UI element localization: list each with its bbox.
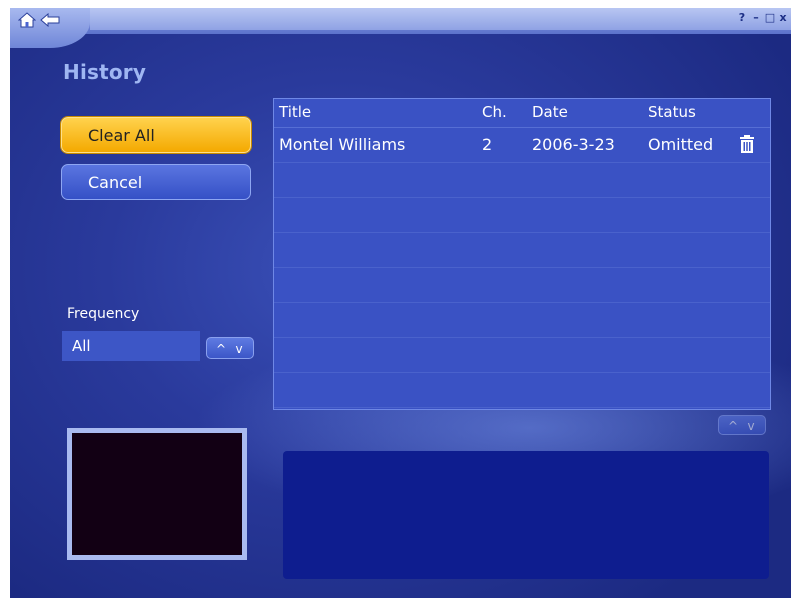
list-item-empty [274,163,770,198]
column-header-channel[interactable]: Ch. [482,103,507,121]
video-preview [67,428,247,560]
column-header-date[interactable]: Date [532,103,568,121]
list-item-empty [274,268,770,303]
maximize-icon[interactable]: □ [764,12,776,24]
trash-icon[interactable] [737,134,757,154]
list-item-empty [274,303,770,338]
frequency-spinner: ^ v [206,337,254,359]
item-channel: 2 [482,135,493,154]
item-date: 2006-3-23 [532,135,615,154]
column-header-status[interactable]: Status [648,103,696,121]
clear-all-button[interactable]: Clear All [61,117,251,153]
title-bar-strip [90,8,791,30]
back-icon[interactable] [40,13,60,27]
frequency-value[interactable]: All [62,331,200,361]
frequency-label: Frequency [67,306,140,322]
close-icon[interactable]: x [777,12,789,24]
page-title: History [63,60,147,84]
chevron-up-icon[interactable]: ^ [212,338,230,360]
help-icon[interactable]: ? [736,12,748,24]
cancel-button[interactable]: Cancel [61,164,251,200]
item-title: Montel Williams [279,135,406,154]
details-panel [283,451,769,579]
media-center-window: ? – □ x History Clear All Cancel Frequen… [10,8,791,598]
title-bar: ? – □ x [10,8,791,48]
chevron-down-icon[interactable]: v [230,338,248,360]
list-rows: Montel Williams 2 2006-3-23 Omitted [274,128,770,408]
chevron-up-icon[interactable]: ^ [724,416,742,436]
list-item-empty [274,233,770,268]
list-item[interactable]: Montel Williams 2 2006-3-23 Omitted [274,128,770,163]
history-list: Title Ch. Date Status Montel Williams 2 … [273,98,771,410]
column-header-title[interactable]: Title [279,103,311,121]
item-status: Omitted [648,135,714,154]
list-item-empty [274,198,770,233]
list-item-empty [274,373,770,408]
home-icon[interactable] [18,12,36,28]
list-header: Title Ch. Date Status [274,99,770,128]
chevron-down-icon[interactable]: v [742,416,760,436]
list-item-empty [274,338,770,373]
minimize-icon[interactable]: – [750,12,762,24]
list-scroll-spinner: ^ v [718,415,766,435]
